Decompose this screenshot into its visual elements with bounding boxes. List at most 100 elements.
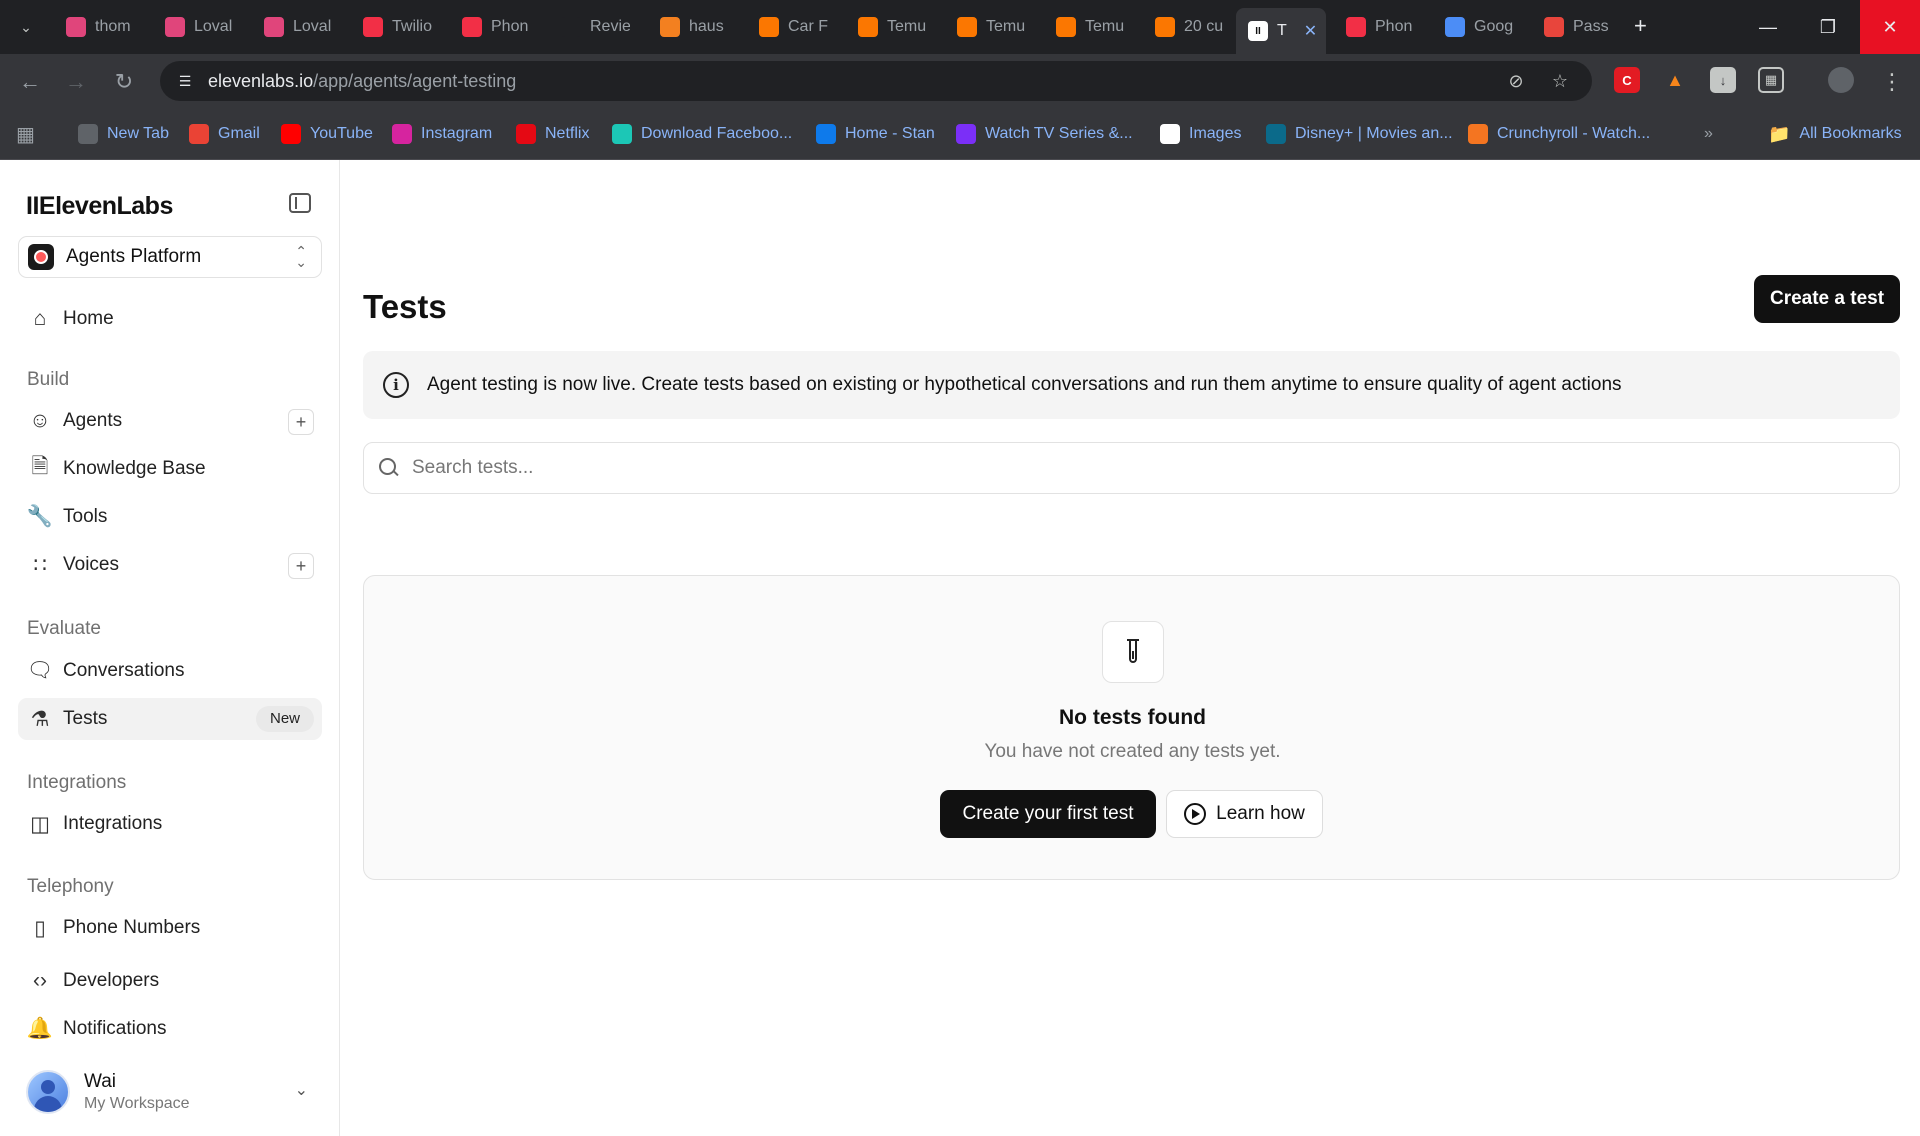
profile-avatar-icon[interactable] [1828,67,1854,93]
browser-tab[interactable]: 20 cu [1143,10,1241,44]
bookmark-item[interactable]: Download Faceboo... [612,122,792,146]
browser-tab-bar: ⌄ thom Loval Loval Twilio Phon Revie haus Car F… [0,0,1920,54]
bookmark-item[interactable]: Crunchyroll - Watch... [1468,122,1650,146]
sidebar-item-home[interactable]: ⌂ Home [18,298,322,340]
url-text[interactable]: elevenlabs.io/app/agents/agent-testing [208,71,516,92]
browser-tab[interactable]: II T ✕ [1236,8,1326,54]
bookmark-item[interactable]: Images [1160,122,1241,146]
bookmark-star-icon[interactable]: ☆ [1548,69,1572,93]
bookmark-item[interactable]: New Tab [78,122,169,146]
browser-tab[interactable]: Revie [549,10,647,44]
sidebar-item-integrations[interactable]: ◫ Integrations [18,803,322,845]
sidebar-item-tools[interactable]: 🔧 Tools [18,496,322,538]
browser-tab[interactable]: Temu [1044,10,1142,44]
code-icon: ‹› [33,969,47,992]
b-icon [956,124,976,144]
bookmarks-bar: ▦ New Tab Gmail YouTube Instagram Netflix Dow… [0,108,1920,160]
chevron-up-down-icon: ⌃ ⌄ [295,243,307,270]
browser-tab-label: haus [689,18,724,35]
extension-red-icon[interactable]: C [1614,67,1640,93]
voices-grid-icon: ∷ [33,553,47,577]
forward-icon[interactable]: → [62,68,90,96]
sidebar-item-agents[interactable]: ☺ Agents + [18,400,322,442]
address-bar[interactable]: ☰ elevenlabs.io/app/agents/agent-testing… [160,61,1592,101]
agents-platform-icon [28,244,54,270]
bookmark-item[interactable]: Watch TV Series &... [956,122,1133,146]
elevenlabs-logo[interactable]: IIElevenLabs [26,192,173,221]
user-menu[interactable]: Wai My Workspace ⌄ [18,1062,322,1122]
apps-grid-icon[interactable]: ▦ [16,122,35,146]
sidebar-item-knowledge-base[interactable]: 🗎 Knowledge Base [18,448,322,490]
lovable-icon [66,17,86,37]
browser-tab[interactable]: Loval [252,10,350,44]
metamask-icon[interactable]: ▲ [1662,67,1688,93]
close-window-icon[interactable]: ✕ [1860,0,1920,54]
reload-icon[interactable]: ↻ [110,68,138,96]
search-input[interactable] [412,457,1862,479]
browser-tab-label: Goog [1474,18,1514,35]
sidebar-item-phone-numbers[interactable]: ▯ Phone Numbers [18,907,322,949]
search-box[interactable] [363,442,1900,494]
sidebar-item-label: Home [63,308,114,329]
google-icon [1160,124,1180,144]
sidebar-item-notifications[interactable]: 🔔 Notifications [18,1008,322,1050]
browser-tab[interactable]: Car F [747,10,845,44]
lovable-icon [165,17,185,37]
folder-book-icon: 🗎 [31,454,49,478]
sidebar-item-voices[interactable]: ∷ Voices + [18,544,322,586]
browser-tab[interactable]: Pass [1532,10,1630,44]
eye-off-icon[interactable]: ⊘ [1504,69,1528,93]
all-bookmarks-label: All Bookmarks [1799,125,1902,142]
add-voice-button[interactable]: + [288,553,314,579]
bookmark-item[interactable]: Gmail [189,122,260,146]
browser-tab[interactable]: Phon [1334,10,1432,44]
bookmark-item[interactable]: Netflix [516,122,589,146]
back-icon[interactable]: ← [16,68,44,96]
minimize-icon[interactable]: — [1738,0,1798,54]
learn-how-button[interactable]: Learn how [1166,790,1323,838]
sidebar-item-conversations[interactable]: 🗨 Conversations [18,650,322,692]
browser-tab[interactable]: Temu [846,10,944,44]
restore-icon[interactable]: ❐ [1798,0,1858,54]
agent-face-icon: ☺ [29,409,51,432]
sidebar-item-developers[interactable]: ‹› Developers [18,960,322,1002]
platform-switcher[interactable]: Agents Platform ⌃ ⌄ [18,236,322,278]
tab-search-icon[interactable]: ⌄ [14,15,38,39]
flask-icon: ⚗ [30,707,50,731]
browser-tab[interactable]: Goog [1433,10,1531,44]
site-info-icon[interactable]: ☰ [174,70,196,92]
bell-icon: 🔔 [26,1017,54,1040]
bookmark-label: Images [1189,125,1242,142]
instagram-icon [392,124,412,144]
add-agent-button[interactable]: + [288,409,314,435]
extensions-puzzle-icon[interactable]: ▦ [1758,67,1784,93]
close-tab-icon[interactable]: ✕ [1304,21,1317,41]
browser-menu-icon[interactable]: ⋮ [1878,68,1906,96]
netflix-icon [516,124,536,144]
create-test-button[interactable]: Create a test [1754,275,1900,323]
section-integrations: Integrations [27,772,127,793]
create-first-test-button[interactable]: Create your first test [940,790,1156,838]
browser-tab[interactable]: Phon [450,10,548,44]
browser-toolbar: ← → ↻ ☰ elevenlabs.io/app/agents/agent-t… [0,54,1920,108]
bookmark-item[interactable]: Disney+ | Movies an... [1266,122,1453,146]
browser-tab[interactable]: thom [54,10,152,44]
browser-tab[interactable]: Loval [153,10,251,44]
browser-tab[interactable]: Temu [945,10,1043,44]
info-icon: i [383,372,409,398]
sidebar-item-label: Voices [63,554,119,575]
sidebar-item-tests[interactable]: ⚗ Tests New [18,698,322,740]
bookmark-item[interactable]: YouTube [281,122,373,146]
bookmark-item[interactable]: Instagram [392,122,492,146]
twilio-icon [1346,17,1366,37]
all-bookmarks[interactable]: 📁 All Bookmarks [1768,122,1902,146]
lovable-icon [264,17,284,37]
bookmark-item[interactable]: Home - Stan [816,122,935,146]
more-bookmarks-icon[interactable]: » [1704,122,1713,146]
sidebar-collapse-icon[interactable] [289,193,311,213]
browser-tab[interactable]: haus [648,10,746,44]
browser-tab[interactable]: Twilio [351,10,449,44]
new-tab-button[interactable]: + [1634,13,1647,39]
download-extension-icon[interactable]: ↓ [1710,67,1736,93]
stan-icon [816,124,836,144]
